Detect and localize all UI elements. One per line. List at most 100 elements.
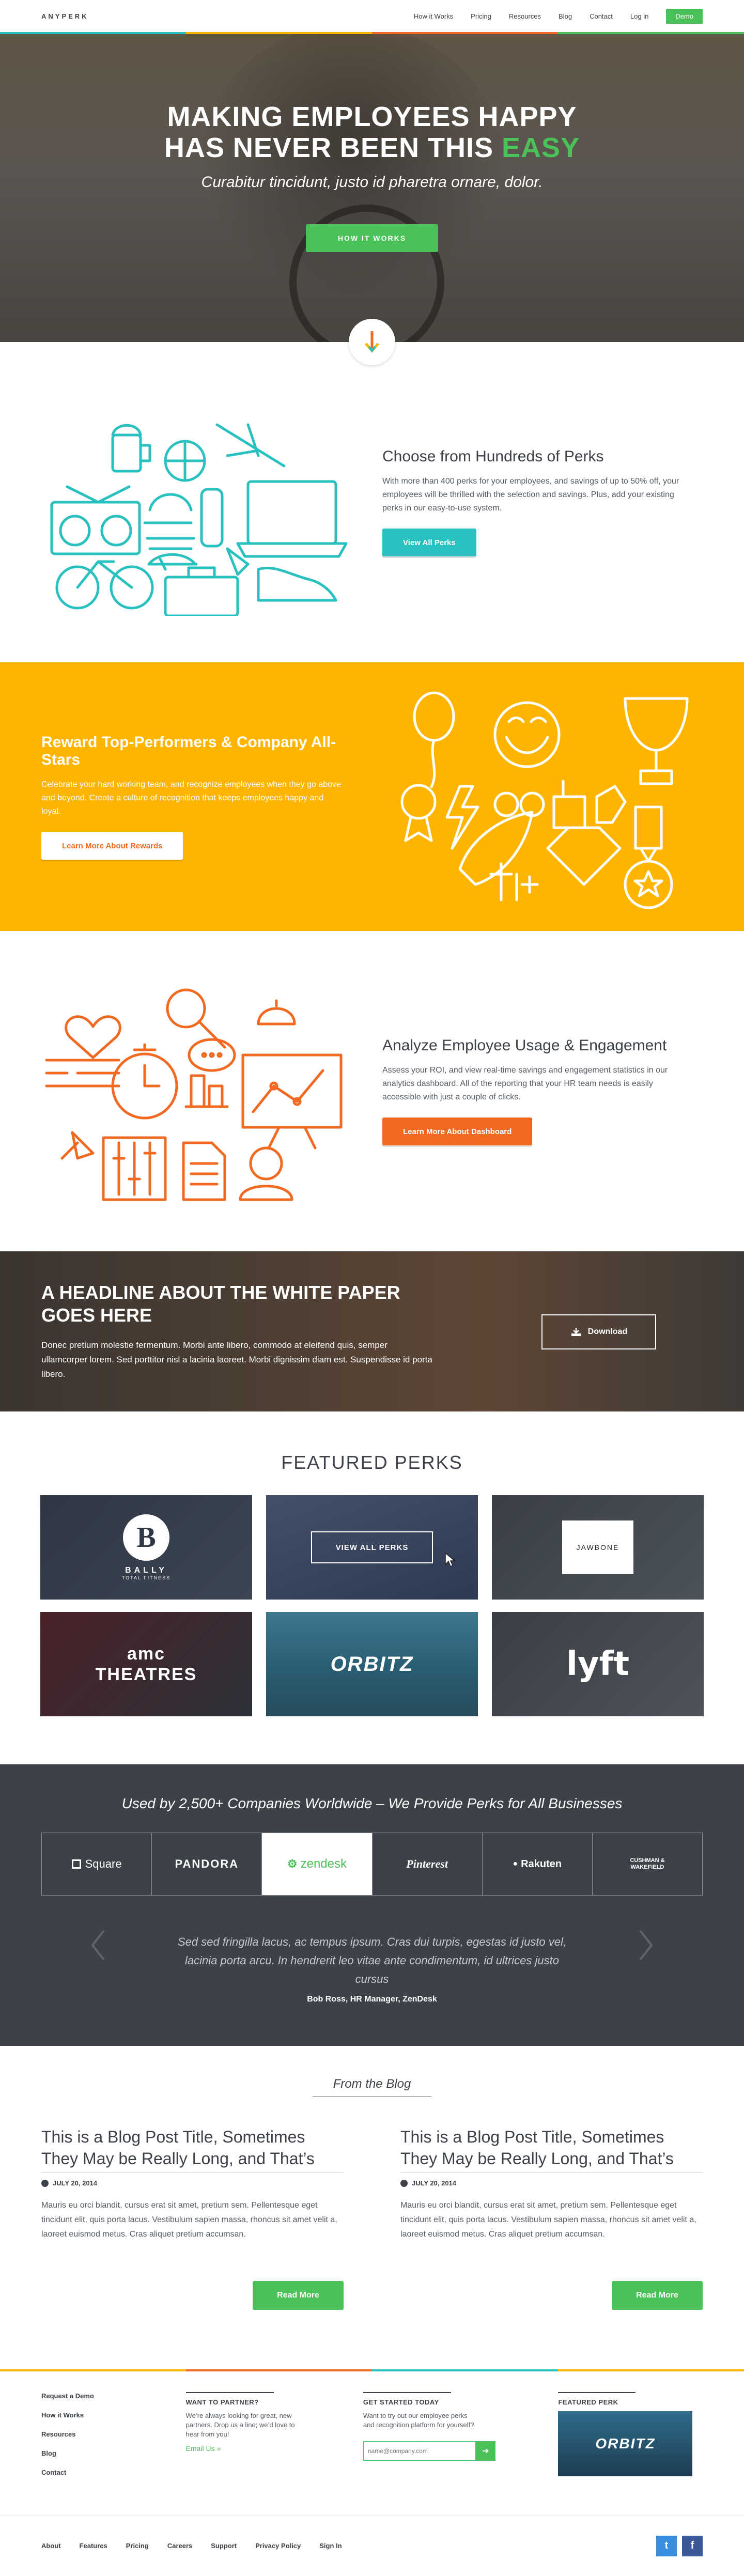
blog-post-title[interactable]: This is a Blog Post Title, Sometimes The… — [400, 2126, 703, 2173]
perk-tile-jawbone[interactable]: JAWBONE — [492, 1495, 704, 1600]
footer-bottom-links: About Features Pricing Careers Support P… — [41, 2542, 342, 2550]
email-signup-input[interactable] — [363, 2441, 476, 2461]
twitter-icon: t — [656, 2535, 677, 2556]
bottom-link-privacy[interactable]: Privacy Policy — [255, 2542, 301, 2550]
hero-highlight: EASY — [502, 132, 580, 163]
perks-feature-text: Choose from Hundreds of Perks With more … — [382, 448, 692, 556]
nav-pricing[interactable]: Pricing — [471, 12, 491, 20]
feature-body: Celebrate your hard working team, and re… — [41, 780, 341, 816]
bottom-link-support[interactable]: Support — [211, 2542, 237, 2550]
anyperk-logo[interactable]: ANYPERK — [41, 12, 89, 20]
client-logo-cushman[interactable]: CUSHMAN & WAKEFIELD — [593, 1833, 702, 1895]
analytics-feature: Analyze Employee Usage & Engagement Asse… — [0, 931, 744, 1251]
email-us-link[interactable]: Email Us » — [186, 2444, 363, 2453]
hero-line-1: MAKING EMPLOYEES HAPPY — [167, 101, 577, 132]
client-name: zendesk — [300, 1857, 347, 1871]
perks-feature: Choose from Hundreds of Perks With more … — [0, 342, 744, 662]
bottom-link-pricing[interactable]: Pricing — [126, 2542, 149, 2550]
footer-bottom-bar: About Features Pricing Careers Support P… — [0, 2515, 744, 2576]
lyft-logo-text: lyft — [566, 1645, 630, 1683]
bottom-link-sign-in[interactable]: Sign In — [319, 2542, 342, 2550]
scroll-down-button[interactable] — [349, 319, 395, 365]
learn-more-dashboard-button[interactable]: Learn More About Dashboard — [382, 1118, 533, 1145]
bottom-link-careers[interactable]: Careers — [167, 2542, 192, 2550]
hero-subtitle: Curabitur tincidunt, justo id pharetra o… — [201, 174, 543, 191]
cursor-icon — [445, 1552, 456, 1568]
rewards-feature: Reward Top-Performers & Company All-Star… — [0, 662, 744, 931]
view-all-perks-button[interactable]: View All Perks — [382, 529, 476, 556]
featured-perk-heading: FEATURED PERK — [558, 2392, 636, 2406]
download-icon — [571, 1328, 581, 1336]
nav-log-in[interactable]: Log in — [630, 12, 648, 20]
bally-tagline: TOTAL FITNESS — [121, 1575, 171, 1580]
hero-headline: MAKING EMPLOYEES HAPPY HAS NEVER BEEN TH… — [0, 101, 744, 163]
bally-logo-text: BALLY — [125, 1566, 167, 1575]
feature-body: With more than 400 perks for your employ… — [382, 477, 679, 513]
featured-perk-card[interactable]: ORBITZ — [558, 2411, 693, 2476]
download-label: Download — [587, 1327, 628, 1336]
blog-section: From the Blog This is a Blog Post Title,… — [0, 2046, 744, 2369]
hero-section: MAKING EMPLOYEES HAPPY HAS NEVER BEEN TH… — [0, 34, 744, 342]
feature-title: Choose from Hundreds of Perks — [382, 448, 604, 465]
featured-perks-title: FEATURED PERKS — [281, 1452, 463, 1473]
main-nav: How it Works Pricing Resources Blog Cont… — [414, 8, 703, 24]
rewards-illustration — [393, 678, 703, 915]
client-name: Square — [85, 1857, 122, 1870]
perk-tile-orbitz[interactable]: ORBITZ — [266, 1612, 478, 1716]
nav-blog[interactable]: Blog — [559, 12, 572, 20]
arrow-down-icon — [365, 331, 379, 353]
facebook-icon: f — [682, 2535, 703, 2556]
perk-tile-amc[interactable]: amc THEATRES — [40, 1612, 252, 1716]
feature-body: Assess your ROI, and view real-time savi… — [382, 1066, 668, 1101]
blog-post-excerpt: Mauris eu orci blandit, cursus erat sit … — [400, 2201, 696, 2239]
perk-tile-lyft[interactable]: lyft — [492, 1612, 704, 1716]
clients-title: Used by 2,500+ Companies Worldwide – We … — [121, 1795, 623, 1811]
square-icon — [71, 1859, 81, 1869]
footer-links: Request a Demo How it Works Resources Bl… — [41, 2392, 186, 2515]
blog-post: This is a Blog Post Title, Sometimes The… — [41, 2126, 344, 2310]
facebook-button[interactable]: f — [682, 2535, 703, 2556]
email-signup-submit[interactable]: ➜ — [475, 2441, 495, 2461]
analytics-feature-text: Analyze Employee Usage & Engagement Asse… — [382, 1037, 692, 1145]
footer-link-how-it-works[interactable]: How it Works — [41, 2411, 186, 2419]
perk-tile-bally[interactable]: B BALLY TOTAL FITNESS — [40, 1495, 252, 1600]
client-logo-square[interactable]: Square — [42, 1833, 152, 1895]
footer: Request a Demo How it Works Resources Bl… — [0, 2371, 744, 2515]
blog-heading: From the Blog — [312, 2077, 432, 2097]
perks-grid: B BALLY TOTAL FITNESS VIEW ALL PERKS JAW… — [0, 1495, 744, 1716]
read-more-button[interactable]: Read More — [612, 2281, 703, 2310]
client-name: CUSHMAN & WAKEFIELD — [630, 1857, 665, 1870]
hero-line-2: HAS NEVER BEEN THIS — [164, 132, 494, 163]
perk-tile-view-all[interactable]: VIEW ALL PERKS — [266, 1495, 478, 1600]
footer-link-blog[interactable]: Blog — [41, 2449, 186, 2457]
view-all-perks-tile-button[interactable]: VIEW ALL PERKS — [311, 1531, 433, 1563]
nav-resources[interactable]: Resources — [509, 12, 541, 20]
how-it-works-button[interactable]: HOW IT WORKS — [306, 224, 438, 252]
client-logo-pandora[interactable]: PANDORA — [152, 1833, 262, 1895]
blog-post-title[interactable]: This is a Blog Post Title, Sometimes The… — [41, 2126, 344, 2173]
client-logo-zendesk[interactable]: ⚙ zendesk — [262, 1833, 373, 1895]
date-text: JULY 20, 2014 — [53, 2179, 98, 2187]
bottom-link-features[interactable]: Features — [80, 2542, 107, 2550]
rewards-feature-text: Reward Top-Performers & Company All-Star… — [41, 734, 341, 860]
download-button[interactable]: Download — [541, 1314, 656, 1349]
learn-more-rewards-button[interactable]: Learn More About Rewards — [41, 832, 183, 860]
blog-post-excerpt: Mauris eu orci blandit, cursus erat sit … — [41, 2201, 337, 2239]
footer-link-request-demo[interactable]: Request a Demo — [41, 2392, 186, 2400]
footer-link-contact[interactable]: Contact — [41, 2469, 186, 2476]
twitter-button[interactable]: t — [656, 2535, 677, 2556]
nav-how-it-works[interactable]: How it Works — [414, 12, 453, 20]
read-more-button[interactable]: Read More — [253, 2281, 344, 2310]
demo-button[interactable]: Demo — [666, 8, 703, 24]
get-started-body: Want to try out our employee perks and r… — [363, 2412, 474, 2429]
jawbone-logo: JAWBONE — [562, 1520, 633, 1574]
testimonial-prev-button[interactable] — [88, 1925, 109, 1966]
footer-link-resources[interactable]: Resources — [41, 2430, 186, 2438]
top-navbar: ANYPERK How it Works Pricing Resources B… — [0, 0, 744, 32]
client-logo-rakuten[interactable]: ● Rakuten — [483, 1833, 593, 1895]
bottom-link-about[interactable]: About — [41, 2542, 61, 2550]
client-logo-pinterest[interactable]: Pinterest — [373, 1833, 483, 1895]
date-text: JULY 20, 2014 — [412, 2179, 457, 2187]
nav-contact[interactable]: Contact — [590, 12, 613, 20]
testimonial-next-button[interactable] — [636, 1925, 656, 1966]
